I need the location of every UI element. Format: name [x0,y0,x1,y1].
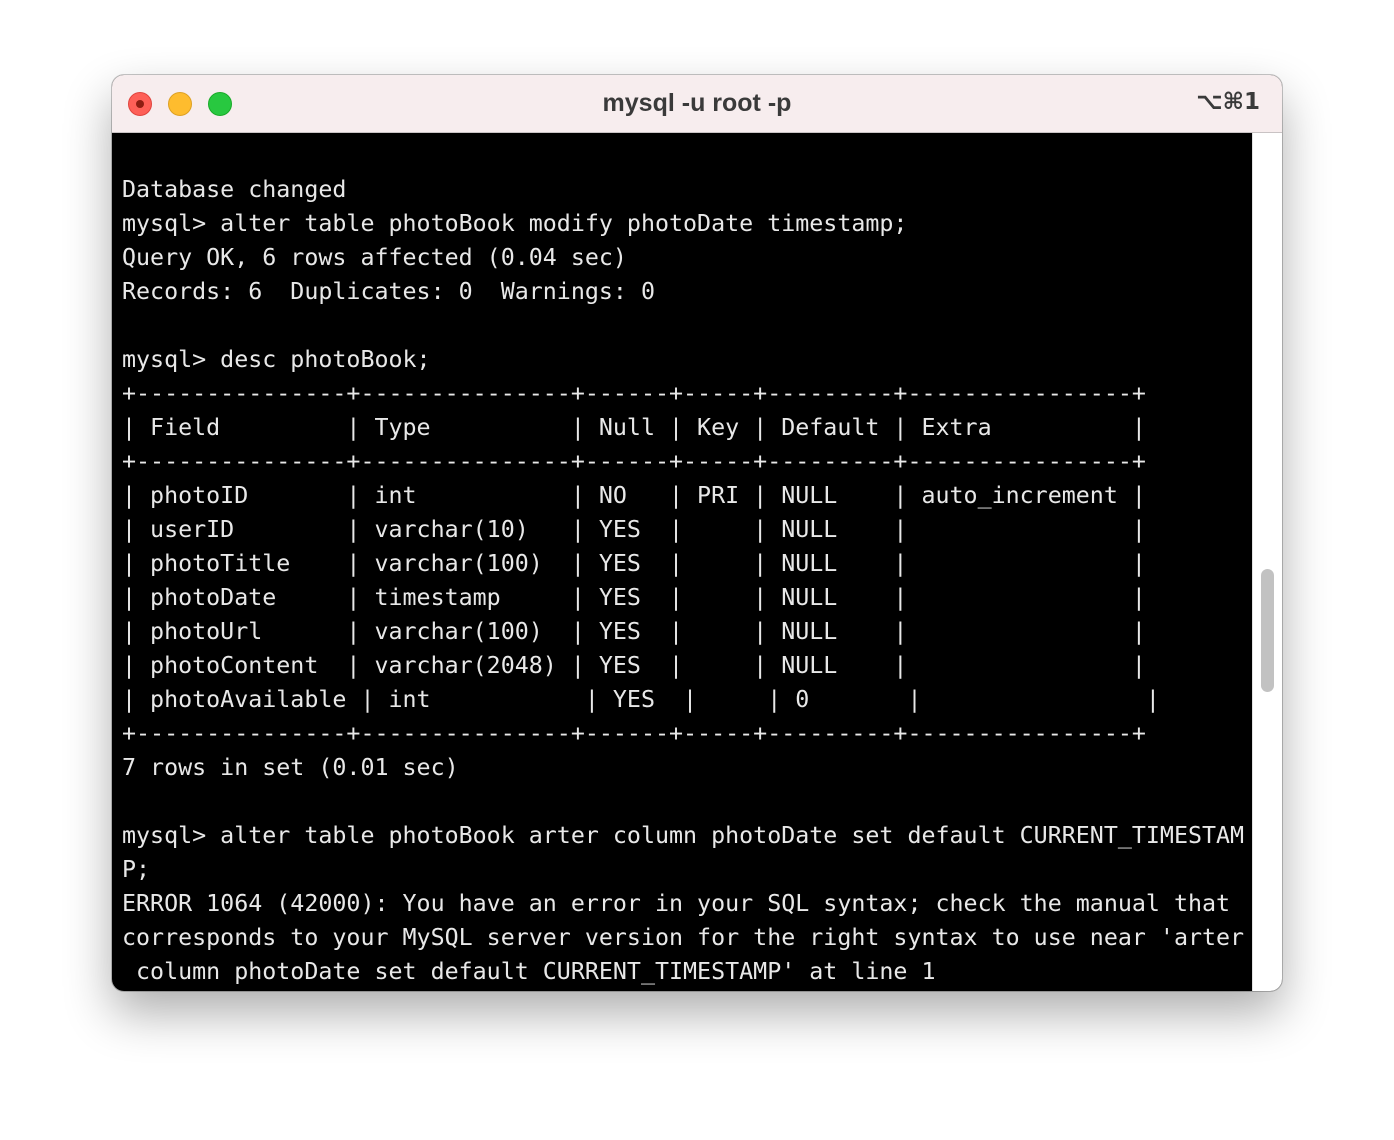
terminal-line: +---------------+---------------+------+… [122,448,1146,475]
vertical-scrollbar[interactable] [1252,133,1282,991]
terminal-line: | photoUrl | varchar(100) | YES | | NULL… [122,618,1146,645]
terminal-line: | photoAvailable | int | YES | | 0 | | [122,686,1160,713]
keyboard-shortcut-label: ⌥⌘1 [1196,89,1260,115]
window-title: mysql -u root -p [602,89,792,117]
terminal-line: mysql> alter table photoBook modify phot… [122,210,908,237]
title-bar[interactable]: mysql -u root -p ⌥⌘1 [112,75,1282,133]
terminal-line: mysql> desc photoBook; [122,346,431,373]
terminal-line: | photoTitle | varchar(100) | YES | | NU… [122,550,1146,577]
terminal-line: corresponds to your MySQL server version… [122,924,1245,951]
terminal-line: | userID | varchar(10) | YES | | NULL | … [122,516,1146,543]
terminal-line: | photoContent | varchar(2048) | YES | |… [122,652,1146,679]
terminal-line: +---------------+---------------+------+… [122,720,1146,747]
terminal-line: mysql> alter table photoBook arter colum… [122,822,1245,849]
terminal-line: +---------------+---------------+------+… [122,380,1146,407]
terminal-line: Database changed [122,176,347,203]
terminal-line: column photoDate set default CURRENT_TIM… [122,958,936,985]
terminal-line: Query OK, 6 rows affected (0.04 sec) [122,244,627,271]
terminal-output[interactable]: Database changed mysql> alter table photo… [122,173,1252,989]
terminal-line: ERROR 1064 (42000): You have an error in… [122,890,1231,917]
terminal-line: P; [122,856,151,883]
terminal-line: | Field | Type | Null | Key | Default | … [122,414,1146,441]
terminal-line: Records: 6 Duplicates: 0 Warnings: 0 [122,278,655,305]
terminal-window: mysql -u root -p ⌥⌘1 Database changed mys… [112,75,1282,991]
terminal-line: | photoID | int | NO | PRI | NULL | auto… [122,482,1146,509]
terminal-line: 7 rows in set (0.01 sec) [122,754,459,781]
scrollbar-thumb[interactable] [1261,569,1274,692]
terminal-line: | photoDate | timestamp | YES | | NULL |… [122,584,1146,611]
